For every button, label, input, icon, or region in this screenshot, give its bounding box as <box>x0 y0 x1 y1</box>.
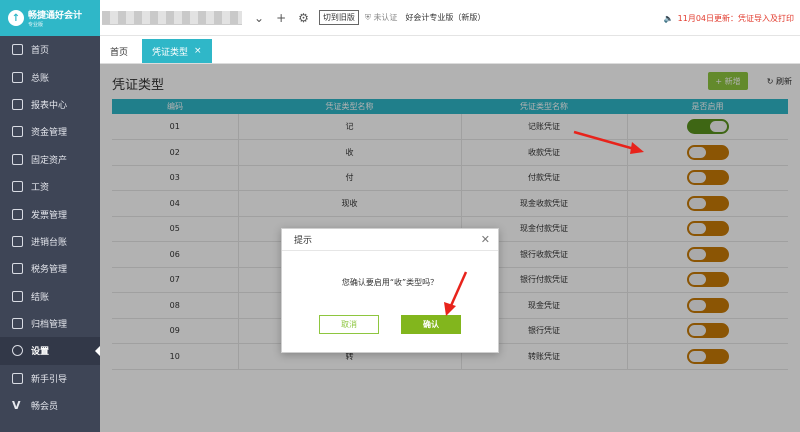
sidebar-item-close-books[interactable]: 结账 <box>0 283 100 310</box>
tab-voucher-types[interactable]: 凭证类型 × <box>142 39 212 63</box>
sidebar-item-label: 工资 <box>31 183 50 194</box>
gear-icon <box>12 345 23 357</box>
dialog-header: 提示 ✕ <box>282 229 498 251</box>
sidebar-item-label: 归档管理 <box>31 320 68 331</box>
dialog-message: 您确认要启用“收”类型吗？ <box>341 278 439 287</box>
close-books-icon <box>12 290 23 302</box>
home-icon <box>12 44 23 56</box>
chevron-down-icon[interactable]: ⌄ <box>254 11 264 25</box>
invoice-icon <box>12 208 23 220</box>
close-icon[interactable]: ✕ <box>481 233 490 246</box>
certification-label: 未认证 <box>373 13 398 22</box>
sidebar-item-ledger[interactable]: 总账 <box>0 63 100 90</box>
guide-icon <box>12 372 23 384</box>
sidebar-item-funds[interactable]: 资金管理 <box>0 118 100 145</box>
sidebar-item-inventory[interactable]: 进销台账 <box>0 228 100 255</box>
sidebar-item-tax[interactable]: 税务管理 <box>0 255 100 282</box>
inventory-icon <box>12 235 23 247</box>
speaker-icon: 🔈 <box>663 14 674 23</box>
chart-icon <box>12 98 23 110</box>
switch-old-version-button[interactable]: 切到旧版 <box>318 10 359 25</box>
tax-icon <box>12 263 23 275</box>
company-selector[interactable] <box>102 10 242 25</box>
logo-icon: ↑ <box>8 10 24 26</box>
vip-icon: V <box>12 399 21 413</box>
gear-icon[interactable]: ⚙ <box>298 11 309 25</box>
confirm-dialog: 提示 ✕ 您确认要启用“收”类型吗？ 取消 确认 <box>281 228 499 353</box>
sidebar-item-settings[interactable]: 设置 <box>0 337 100 365</box>
money-icon <box>12 126 23 138</box>
app-logo[interactable]: ↑ 畅捷通好会计 专业版 <box>0 0 100 36</box>
tab-label: 凭证类型 <box>152 47 189 58</box>
sidebar-item-label: 报表中心 <box>31 100 68 111</box>
sidebar-item-label: 首页 <box>31 46 50 57</box>
confirm-button[interactable]: 确认 <box>401 315 461 334</box>
tab-home[interactable]: 首页 <box>100 39 138 63</box>
tab-bar: 首页 凭证类型 × <box>100 36 800 64</box>
sidebar-item-invoice[interactable]: 发票管理 <box>0 200 100 227</box>
sidebar-item-label: 畅会员 <box>31 402 59 413</box>
sidebar-item-archive[interactable]: 归档管理 <box>0 310 100 337</box>
sidebar: ↑ 畅捷通好会计 专业版 首页 总账 报表中心 资金管理 固定资产 工资 发票管… <box>0 0 100 432</box>
sidebar-item-home[interactable]: 首页 <box>0 36 100 63</box>
sidebar-item-label: 进销台账 <box>31 237 68 248</box>
logo-title: 畅捷通好会计 <box>28 11 83 21</box>
ledger-icon <box>12 71 23 83</box>
certification-status[interactable]: ⛨ 未认证 <box>365 12 398 23</box>
cancel-button[interactable]: 取消 <box>319 315 379 334</box>
add-icon[interactable]: + <box>276 11 286 25</box>
sidebar-item-label: 税务管理 <box>31 265 68 276</box>
top-bar: ⌄ + ⚙ 切到旧版 ⛨ 未认证 好会计专业版（新版） 🔈 11月04日更新：凭证… <box>100 0 800 36</box>
sidebar-item-reports[interactable]: 报表中心 <box>0 91 100 118</box>
logo-subtitle: 专业版 <box>28 22 44 28</box>
update-notice[interactable]: 🔈 11月04日更新：凭证导入及打印 <box>664 13 794 24</box>
edition-label: 好会计专业版（新版） <box>405 13 486 22</box>
sidebar-item-guide[interactable]: 新手引导 <box>0 365 100 392</box>
close-icon[interactable]: × <box>194 46 202 56</box>
tab-label: 首页 <box>110 47 129 58</box>
sidebar-item-label: 设置 <box>31 347 50 358</box>
sidebar-item-label: 新手引导 <box>31 374 68 385</box>
sidebar-nav: 首页 总账 报表中心 资金管理 固定资产 工资 发票管理 进销台账 税务管理 结… <box>0 36 100 419</box>
sidebar-item-vip[interactable]: V 畅会员 <box>0 392 100 419</box>
sidebar-item-label: 资金管理 <box>31 128 68 139</box>
asset-icon <box>12 153 23 165</box>
sidebar-item-assets[interactable]: 固定资产 <box>0 146 100 173</box>
salary-icon <box>12 181 23 193</box>
update-notice-text: 11月04日更新：凭证导入及打印 <box>677 14 794 23</box>
dialog-title: 提示 <box>294 236 313 246</box>
sidebar-item-label: 固定资产 <box>31 155 68 166</box>
sidebar-item-label: 总账 <box>31 73 50 84</box>
sidebar-item-label: 结账 <box>31 292 50 303</box>
sidebar-item-label: 发票管理 <box>31 210 68 221</box>
archive-icon <box>12 318 23 330</box>
sidebar-item-salary[interactable]: 工资 <box>0 173 100 200</box>
